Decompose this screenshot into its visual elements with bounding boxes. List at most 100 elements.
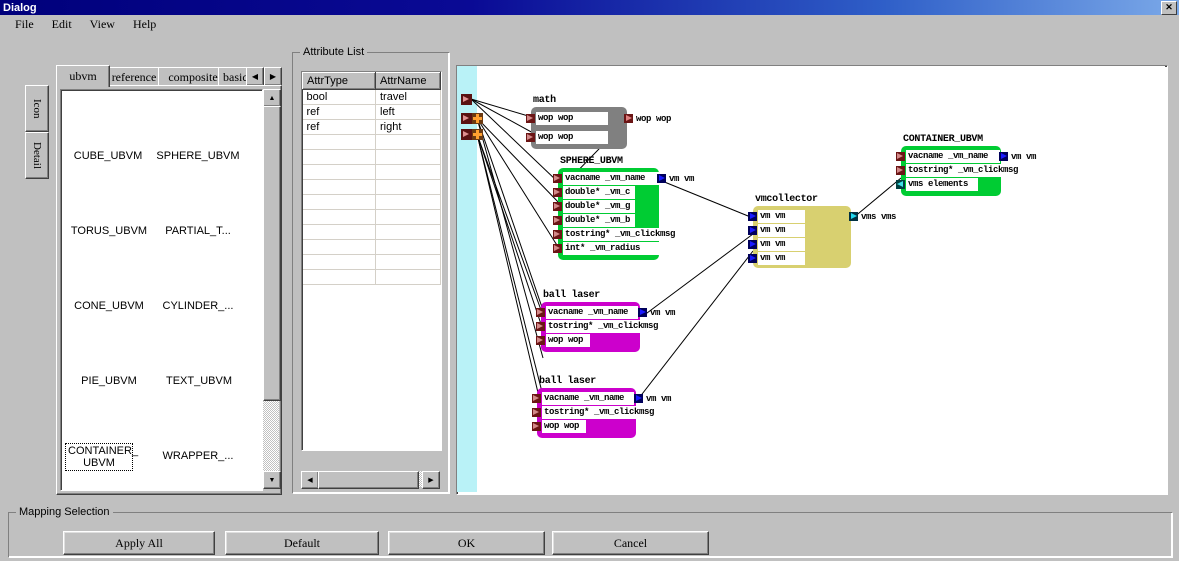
table-row-empty[interactable] [302,224,441,240]
node-input-port[interactable] [553,216,562,225]
node-input-port[interactable] [553,202,562,211]
node-input-row[interactable]: tostring* _vm_clickmsg [906,164,1020,177]
node-input-row[interactable]: wop wop [542,420,586,433]
tab-ubvm[interactable]: ubvm [56,65,110,87]
node-input-row[interactable]: tostring* _vm_clickmsg [546,320,658,333]
node-output-port[interactable] [849,212,858,221]
node-input-row[interactable]: vm vm [758,238,805,251]
palette-item-cylinder[interactable]: CYLINDER_... [153,300,243,312]
graph-node-vmcollector[interactable]: vmcollector vm vm vm vm vm vm vm vm vms … [748,194,896,268]
node-input-row[interactable]: vacname _vm_name [906,150,1000,163]
attribute-table-wrapper[interactable]: AttrType AttrName bool travel ref left r… [301,71,442,451]
vtab-icon[interactable]: Icon [25,85,49,132]
graph-node-ball-laser-2[interactable]: ball laser vacname _vm_name tostring* _v… [532,376,671,438]
scrollbar-thumb[interactable] [263,106,281,401]
column-header-attrname[interactable]: AttrName [375,72,441,90]
node-input-port[interactable] [532,422,541,431]
node-input-row[interactable]: double* _vm_b [563,214,635,227]
table-row[interactable]: ref right [302,119,441,135]
node-input-row[interactable]: double* _vm_g [563,200,635,213]
palette-item-sphere[interactable]: SPHERE_UBVM [151,150,245,162]
palette-item-pie[interactable]: PIE_UBVM [69,375,149,387]
node-input-port[interactable] [553,244,562,253]
node-output-port[interactable] [999,152,1008,161]
graph-node-sphere-ubvm[interactable]: SPHERE_UBVM vacname _vm_name double* _vm… [553,156,694,260]
graph-add-icon-2[interactable] [472,129,483,140]
palette-vertical-scrollbar[interactable]: ▲ ▼ [263,89,281,489]
graph-add-icon-1[interactable] [472,113,483,124]
node-input-port[interactable] [748,240,757,249]
scroll-down-icon[interactable]: ▼ [263,471,281,489]
default-button[interactable]: Default [225,531,379,555]
table-row-empty[interactable] [302,239,441,255]
node-input-port-vms[interactable] [896,180,905,189]
node-input-row[interactable]: vms elements [906,178,978,191]
node-input-port[interactable] [896,166,905,175]
palette-item-cube[interactable]: CUBE_UBVM [67,150,149,162]
node-input-row[interactable]: wop wop [536,112,608,125]
palette-icon-list[interactable]: CUBE_UBVM SPHERE_UBVM TORUS_UBVM PARTIAL… [60,89,263,491]
node-input-row[interactable]: tostring* _vm_clickmsg [542,406,654,419]
scroll-left-icon[interactable]: ◀ [301,471,319,489]
node-input-port[interactable] [526,114,535,123]
node-input-port[interactable] [748,254,757,263]
palette-item-cone[interactable]: CONE_UBVM [67,300,151,312]
node-output-port[interactable] [624,114,633,123]
node-output-port[interactable] [634,394,643,403]
node-input-row[interactable]: int* _vm_radius [563,242,659,255]
node-output-port[interactable] [657,174,666,183]
tab-scroll-right-icon[interactable]: ▶ [264,67,282,86]
table-row-empty[interactable] [302,134,441,150]
node-input-port[interactable] [536,322,545,331]
vtab-detail[interactable]: Detail [25,132,49,179]
graph-canvas[interactable]: math wop wop wop wop wop wop SPHERE_UBVM… [457,66,1165,492]
node-output-port[interactable] [638,308,647,317]
node-input-row[interactable]: vacname _vm_name [546,306,638,319]
node-input-port[interactable] [748,226,757,235]
table-row[interactable]: ref left [302,104,441,120]
node-input-row[interactable]: wop wop [546,334,590,347]
graph-node-math[interactable]: math wop wop wop wop wop wop [526,95,671,149]
table-row-empty[interactable] [302,164,441,180]
node-input-port[interactable] [896,152,905,161]
attribute-horizontal-scrollbar[interactable]: ◀ ▶ [301,471,440,489]
node-input-row[interactable]: double* _vm_c [563,186,635,199]
scroll-right-icon[interactable]: ▶ [422,471,440,489]
table-row-empty[interactable] [302,209,441,225]
tab-scroll-left-icon[interactable]: ◀ [246,67,264,86]
graph-input-port-1[interactable] [461,94,472,105]
node-input-row[interactable]: vm vm [758,224,805,237]
node-input-row[interactable]: vm vm [758,252,805,265]
palette-item-container[interactable]: CONTAINER_ UBVM [65,443,138,471]
palette-item-partial-torus[interactable]: PARTIAL_T... [153,225,243,237]
graph-canvas-frame[interactable]: math wop wop wop wop wop wop SPHERE_UBVM… [456,65,1168,495]
node-input-port[interactable] [553,230,562,239]
node-input-port[interactable] [553,188,562,197]
ok-button[interactable]: OK [388,531,545,555]
palette-item-torus[interactable]: TORUS_UBVM [65,225,153,237]
table-row-empty[interactable] [302,254,441,270]
menu-item-help[interactable]: Help [124,16,165,33]
graph-node-ball-laser-1[interactable]: ball laser vacname _vm_name tostring* _v… [536,290,675,352]
node-input-row[interactable]: vacname _vm_name [563,172,663,185]
menu-item-file[interactable]: File [6,16,43,33]
graph-input-port-2[interactable] [461,113,472,124]
close-icon[interactable]: ✕ [1161,1,1177,15]
node-input-port[interactable] [526,133,535,142]
table-row-empty[interactable] [302,194,441,210]
node-input-port[interactable] [553,174,562,183]
node-input-row[interactable]: tostring* _vm_clickmsg [563,228,680,241]
scroll-up-icon[interactable]: ▲ [263,89,281,107]
node-input-row[interactable]: vm vm [758,210,805,223]
apply-all-button[interactable]: Apply All [63,531,215,555]
graph-input-port-3[interactable] [461,129,472,140]
menu-item-edit[interactable]: Edit [43,16,81,33]
graph-node-container-ubvm[interactable]: CONTAINER_UBVM vacname _vm_name tostring… [896,134,1036,196]
palette-item-text[interactable]: TEXT_UBVM [157,375,241,387]
menu-item-view[interactable]: View [81,16,124,33]
node-input-port[interactable] [532,408,541,417]
node-input-port[interactable] [536,308,545,317]
node-input-port[interactable] [748,212,757,221]
table-row-empty[interactable] [302,179,441,195]
column-header-attrtype[interactable]: AttrType [302,72,376,90]
